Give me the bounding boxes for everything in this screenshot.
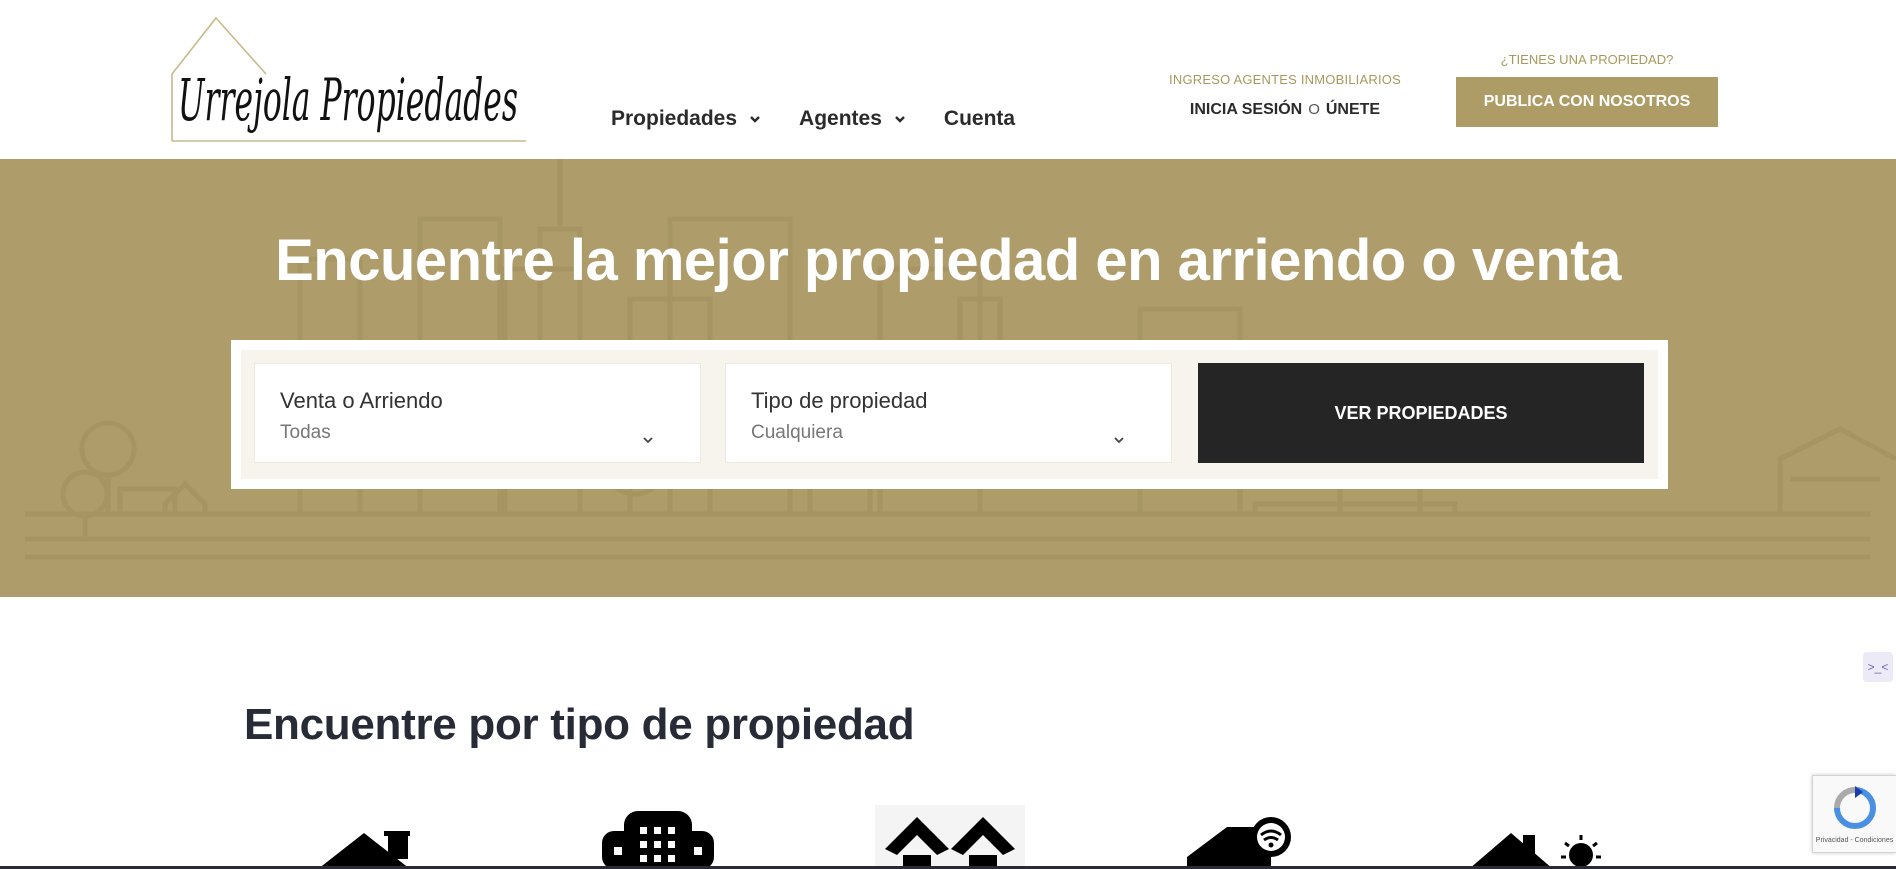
nav-label-cuenta: Cuenta: [943, 107, 1016, 130]
site-header: Urrejola Propiedades Propiedades Agentes…: [0, 0, 1896, 159]
property-type-value: Cualquiera: [751, 422, 843, 443]
nav-label-propiedades: Propiedades: [611, 107, 738, 130]
nav-item-agentes[interactable]: Agentes: [799, 107, 906, 131]
section-title: Encuentre por tipo de propiedad: [244, 700, 915, 749]
main-nav: Propiedades Agentes Cuenta: [611, 107, 1053, 131]
recaptcha-text: Privacidad - Condiciones: [1815, 837, 1894, 844]
logo-text: Urrejola Propiedades: [178, 66, 518, 134]
agents-login-block: INGRESO AGENTES INMOBILIARIOS INICIA SES…: [1160, 72, 1410, 119]
join-link[interactable]: ÚNETE: [1326, 101, 1380, 118]
property-type-select[interactable]: Tipo de propiedad Cualquiera: [725, 363, 1172, 463]
publish-button[interactable]: PUBLICA CON NOSOTROS: [1456, 77, 1718, 127]
nav-item-cuenta[interactable]: Cuenta: [944, 107, 1015, 131]
view-properties-button[interactable]: VER PROPIEDADES: [1198, 363, 1644, 463]
recaptcha-icon: [1834, 786, 1876, 829]
townhouses-icon[interactable]: [875, 805, 1025, 869]
logo-graphic: Urrejola Propiedades: [171, 16, 526, 142]
operation-value: Todas: [280, 422, 331, 443]
or-separator: O: [1308, 101, 1320, 118]
recaptcha-badge[interactable]: Privacidad - Condiciones: [1812, 775, 1896, 853]
site-logo[interactable]: Urrejola Propiedades: [170, 16, 528, 144]
publish-block: ¿TIENES UNA PROPIEDAD? PUBLICA CON NOSOT…: [1456, 52, 1718, 127]
side-widget-tab[interactable]: >_<: [1863, 652, 1893, 682]
country-house-icon[interactable]: [1469, 805, 1605, 869]
smart-home-icon[interactable]: [1187, 805, 1297, 869]
chevron-down-icon: [750, 116, 760, 123]
nav-item-propiedades[interactable]: Propiedades: [611, 107, 761, 131]
hero-title: Encuentre la mejor propiedad en arriendo…: [275, 228, 1621, 293]
login-link[interactable]: INICIA SESIÓN: [1190, 101, 1302, 118]
operation-select[interactable]: Venta o Arriendo Todas: [254, 363, 701, 463]
publish-question: ¿TIENES UNA PROPIEDAD?: [1500, 52, 1674, 67]
chevron-down-icon: [895, 116, 905, 123]
chevron-down-icon: [1114, 437, 1124, 444]
property-type-label: Tipo de propiedad: [751, 388, 928, 413]
hero-banner: Encuentre la mejor propiedad en arriendo…: [0, 159, 1896, 597]
search-box: Venta o Arriendo Todas Tipo de propiedad…: [231, 340, 1668, 489]
agents-label: INGRESO AGENTES INMOBILIARIOS: [1169, 72, 1401, 87]
nav-label-agentes: Agentes: [799, 107, 882, 130]
operation-label: Venta o Arriendo: [280, 388, 443, 413]
house-icon[interactable]: [318, 805, 410, 869]
apartment-building-icon[interactable]: [602, 805, 714, 869]
chevron-down-icon: [643, 437, 653, 444]
agents-links: INICIA SESIÓN O ÚNETE: [1160, 101, 1410, 119]
